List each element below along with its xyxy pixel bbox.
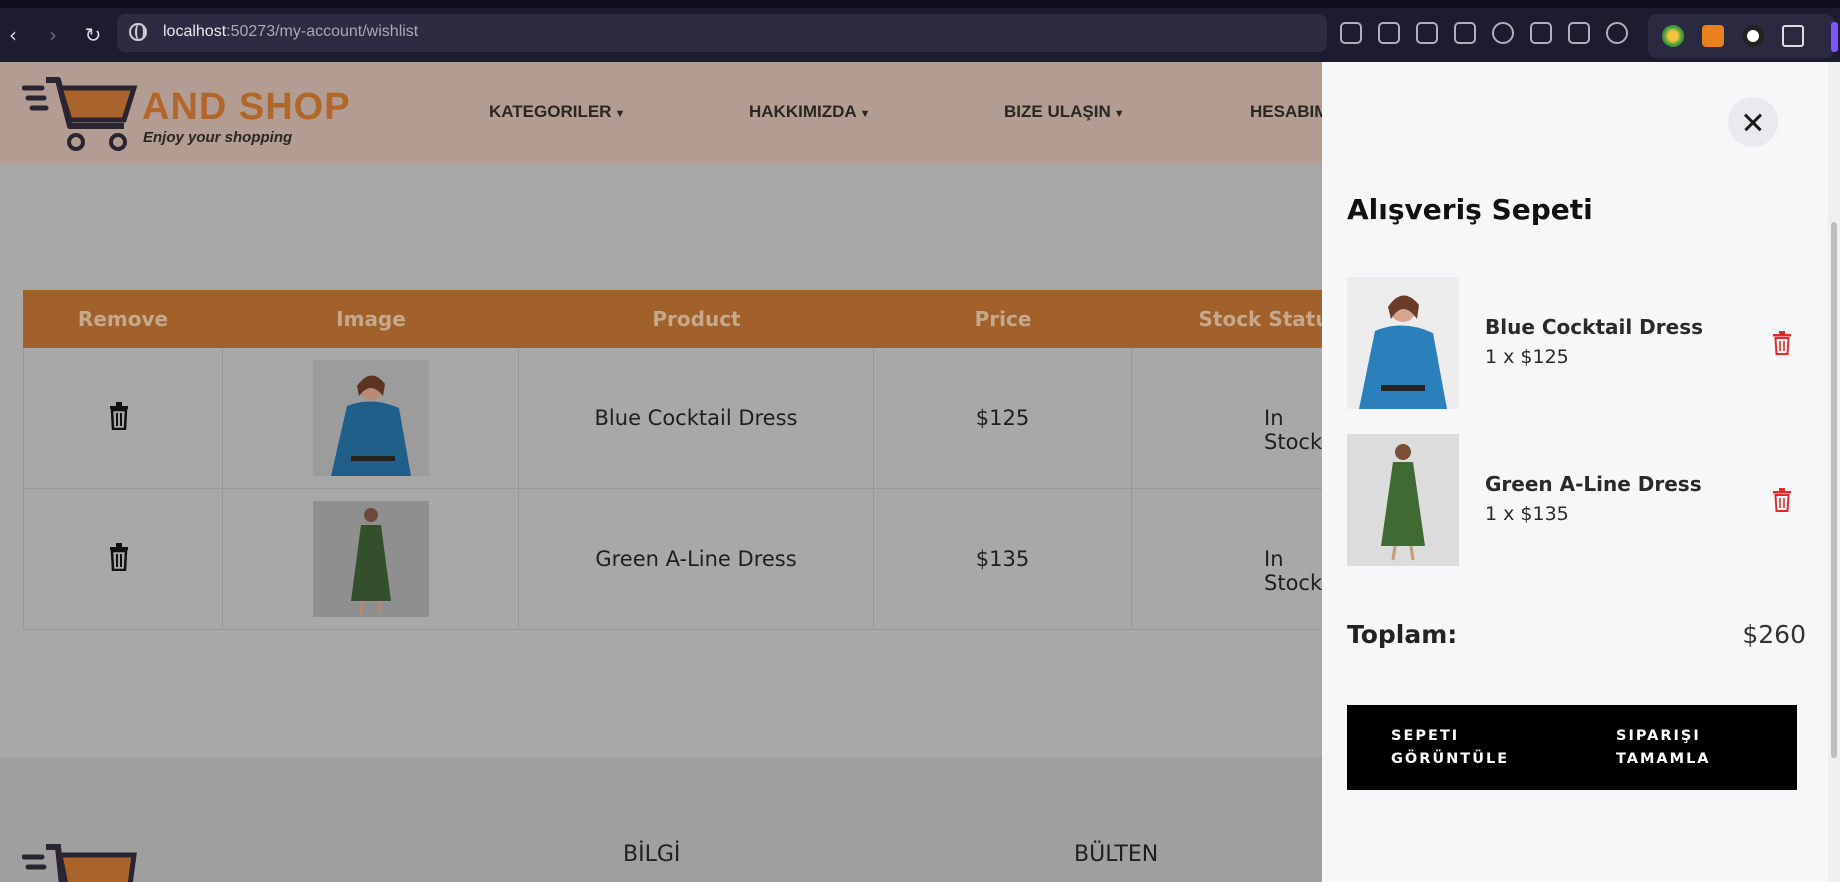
menu-account-label: HESABIM <box>1250 102 1329 121</box>
product-cell: Green A-Line Dress <box>519 489 874 629</box>
profile-icon[interactable] <box>1606 22 1628 44</box>
price-cell: $135 <box>874 489 1132 629</box>
stock-status: In Stock <box>1264 406 1323 454</box>
menu-contact[interactable]: BIZE ULAŞIN ▼ <box>1004 102 1125 122</box>
footer-title-info: BİLGİ <box>623 842 681 867</box>
cart-item-image-blue-dress[interactable] <box>1347 277 1459 409</box>
product-price: $125 <box>975 406 1030 430</box>
cart-item-qty-price: 1 x $125 <box>1485 346 1569 368</box>
product-name[interactable]: Green A-Line Dress <box>519 547 873 571</box>
view-cart-button[interactable]: SEPETI GÖRÜNTÜLE <box>1391 725 1571 771</box>
url-host: localhost <box>163 23 227 40</box>
footer-cart-logo-icon <box>22 844 137 882</box>
cart-item: Blue Cocktail Dress 1 x $125 <box>1347 277 1807 409</box>
col-header-product: Product <box>519 290 874 348</box>
cart-total-label: Toplam: <box>1347 620 1458 649</box>
window-accent <box>1831 22 1838 52</box>
remove-cell <box>23 489 223 629</box>
menu-about-label: HAKKIMIZDA <box>749 102 857 121</box>
extension-cube-icon[interactable] <box>1782 25 1804 47</box>
cart-total-value: $260 <box>1742 620 1806 649</box>
extension-record-icon[interactable] <box>1742 25 1764 47</box>
edit-icon[interactable] <box>1340 22 1362 44</box>
product-cell: Blue Cocktail Dress <box>519 348 874 488</box>
menu-contact-label: BIZE ULAŞIN <box>1004 102 1111 121</box>
product-image-blue-dress[interactable] <box>313 360 429 476</box>
cart-drawer: Alışveriş Sepeti Blue Cocktail Dress 1 x… <box>1322 62 1828 882</box>
cart-item: Green A-Line Dress 1 x $135 <box>1347 434 1807 566</box>
trash-icon[interactable] <box>109 402 129 430</box>
stock-cell: In Stock <box>1132 348 1343 488</box>
menu-account[interactable]: HESABIM <box>1250 102 1328 122</box>
forward-icon[interactable]: › <box>40 22 66 48</box>
cart-item-image-green-dress[interactable] <box>1347 434 1459 566</box>
browser-action-icons <box>1340 22 1628 44</box>
reload-icon[interactable]: ↻ <box>80 22 106 48</box>
image-cell <box>223 348 519 488</box>
product-image-green-dress[interactable] <box>313 501 429 617</box>
footer-title-newsletter: BÜLTEN <box>1074 842 1159 867</box>
back-icon[interactable]: ‹ <box>0 22 26 48</box>
globe-icon <box>129 23 147 41</box>
url-text[interactable]: localhost:50273/my-account/wishlist <box>163 23 418 41</box>
cart-item-qty-price: 1 x $135 <box>1485 503 1569 525</box>
heart-icon[interactable] <box>1492 22 1514 44</box>
page-scrollbar[interactable] <box>1828 62 1840 882</box>
delete-trash-icon[interactable] <box>1773 488 1791 512</box>
shopping-cart-logo-icon[interactable] <box>22 74 140 154</box>
chevron-down-icon: ▼ <box>859 108 871 120</box>
menu-categories[interactable]: KATEGORILER ▼ <box>489 102 625 122</box>
cart-title: Alışveriş Sepeti <box>1347 193 1593 226</box>
product-name[interactable]: Blue Cocktail Dress <box>519 406 873 430</box>
cart-item-name[interactable]: Blue Cocktail Dress <box>1485 315 1703 339</box>
extensions-area <box>1648 14 1834 58</box>
table-row: Green A-Line Dress $135 In Stock <box>23 489 1343 630</box>
browser-toolbar: ‹ › ↻ localhost:50273/my-account/wishlis… <box>0 0 1840 62</box>
price-cell: $125 <box>874 348 1132 488</box>
menu-categories-label: KATEGORILER <box>489 102 612 121</box>
cart-actions: SEPETI GÖRÜNTÜLE SIPARIŞI TAMAMLA <box>1347 705 1797 790</box>
stock-cell: In Stock <box>1132 489 1343 629</box>
play-icon[interactable] <box>1454 22 1476 44</box>
remove-cell <box>23 348 223 488</box>
cart-item-name[interactable]: Green A-Line Dress <box>1485 472 1702 496</box>
trash-icon[interactable] <box>109 543 129 571</box>
delete-trash-icon[interactable] <box>1773 331 1791 355</box>
scrollbar-thumb[interactable] <box>1831 222 1837 758</box>
settings-sliders-icon[interactable] <box>1568 22 1590 44</box>
checkout-button[interactable]: SIPARIŞI TAMAMLA <box>1616 725 1796 771</box>
col-header-image: Image <box>223 290 519 348</box>
logo-text[interactable]: AND SHOP <box>142 86 351 129</box>
close-icon[interactable] <box>1728 97 1778 147</box>
col-header-remove: Remove <box>23 290 223 348</box>
chevron-down-icon: ▼ <box>614 108 626 120</box>
col-header-price: Price <box>874 290 1132 348</box>
metamask-fox-icon[interactable] <box>1702 25 1724 47</box>
camera-icon[interactable] <box>1378 22 1400 44</box>
table-row: Blue Cocktail Dress $125 In Stock <box>23 348 1343 489</box>
logo-tagline: Enjoy your shopping <box>143 129 293 146</box>
extension-globe-icon[interactable] <box>1662 25 1684 47</box>
chevron-down-icon: ▼ <box>1113 108 1125 120</box>
shield-icon[interactable] <box>1416 22 1438 44</box>
stock-status: In Stock <box>1264 547 1323 595</box>
image-cell <box>223 489 519 629</box>
download-icon[interactable] <box>1530 22 1552 44</box>
address-bar[interactable]: localhost:50273/my-account/wishlist <box>117 14 1327 52</box>
url-path: :50273/my-account/wishlist <box>226 23 419 40</box>
menu-about[interactable]: HAKKIMIZDA ▼ <box>749 102 871 122</box>
product-price: $135 <box>975 547 1030 571</box>
